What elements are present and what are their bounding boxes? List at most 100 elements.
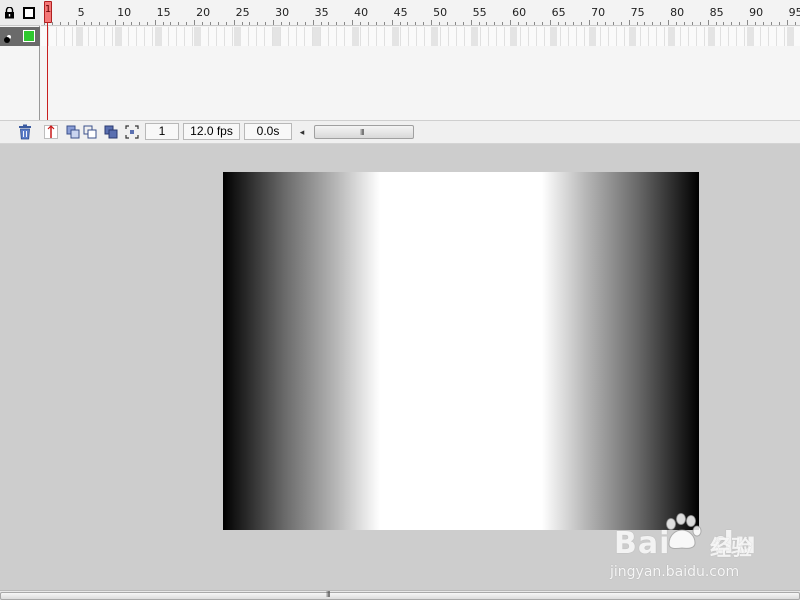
ruler-tick [739,22,741,25]
frame-ruler[interactable]: 15101520253035404550556065707580859095 [41,0,800,26]
ruler-tick [636,22,638,25]
stage-canvas[interactable] [223,172,699,530]
frame-cell-group[interactable] [391,27,399,46]
ruler-tick [352,20,354,25]
frame-cell-group[interactable] [747,27,755,46]
ruler-label: 10 [117,6,132,19]
ruler-tick [296,22,298,25]
ruler-tick [454,22,456,25]
ruler-tick [597,22,598,25]
frames-area[interactable]: 15101520253035404550556065707580859095 [41,0,800,120]
frame-cell-group[interactable] [75,27,83,46]
ruler-tick [399,22,401,25]
watermark-brand-prefix: Bai [614,526,671,561]
ruler-tick [786,20,788,25]
ruler-tick [581,22,583,25]
ruler-label: 20 [196,6,211,19]
onion-skin-icon[interactable] [66,125,80,139]
onion-skin-outlines-icon[interactable] [83,125,97,139]
ruler-tick [107,22,109,25]
ruler-tick [217,22,219,25]
scroll-left-arrow-icon[interactable]: ◂ [297,126,307,138]
ruler-label: 5 [77,6,85,19]
ruler-tick [209,22,211,25]
edit-multiple-frames-icon[interactable] [104,125,118,139]
ruler-tick [328,22,330,25]
ruler-tick [565,22,567,25]
ruler-label: 25 [235,6,250,19]
layer-outline-color-icon[interactable] [23,30,35,42]
ruler-tick [423,22,425,25]
modify-onion-markers-icon[interactable] [125,125,139,139]
ruler-tick [115,20,117,25]
ruler-tick [731,22,733,25]
ruler-tick [360,22,361,25]
frame-cell-group[interactable] [707,27,715,46]
scroll-grip: III [360,128,365,137]
ruler-tick [668,20,670,25]
frame-cell-group[interactable] [431,27,439,46]
frame-cell-group[interactable] [312,27,320,46]
ruler-label: 75 [630,6,645,19]
ruler-tick [699,22,701,25]
ruler-tick [494,22,496,25]
ruler-tick [755,22,756,25]
trash-icon[interactable] [18,124,32,140]
keyframe-dot[interactable] [4,37,10,43]
ruler-tick [518,22,519,25]
playhead-line [47,23,48,120]
ruler-tick [525,22,527,25]
frame-cell-group[interactable] [194,27,202,46]
ruler-tick [91,22,93,25]
ruler-tick [660,22,662,25]
frame-cell-group[interactable] [115,27,123,46]
ruler-tick [762,22,764,25]
ruler-tick [589,20,591,25]
ruler-tick [502,22,504,25]
ruler-tick [241,22,243,25]
ruler-tick [281,22,282,25]
ruler-tick [162,22,164,25]
timeline-scroll-thumb[interactable]: III [314,125,414,139]
ruler-tick [67,22,69,25]
ruler-tick [375,22,377,25]
ruler-tick [778,22,780,25]
lock-icon[interactable] [4,7,15,19]
ruler-tick [549,20,551,25]
center-frame-icon[interactable] [44,125,58,139]
frame-cell-group[interactable] [273,27,281,46]
frame-cell-group[interactable] [470,27,478,46]
frame-cell-group[interactable] [549,27,557,46]
frame-cell-group[interactable] [352,27,360,46]
ruler-tick [683,22,685,25]
frame-cell-group[interactable] [589,27,597,46]
frame-cell-group[interactable] [668,27,676,46]
ruler-tick [99,22,101,25]
ruler-tick [691,22,693,25]
ruler-label: 15 [156,6,171,19]
frame-cell-group[interactable] [510,27,518,46]
ruler-tick [367,22,369,25]
outline-icon[interactable] [23,7,35,19]
ruler-tick [336,22,338,25]
ruler-tick [194,20,196,25]
layer-panel-header [0,0,40,26]
ruler-label: 80 [670,6,685,19]
ruler-tick [439,22,440,25]
ruler-tick [510,20,512,25]
ruler-tick [83,22,85,25]
frame-rate-field[interactable]: 12.0 fps [183,123,240,140]
ruler-label: 90 [749,6,764,19]
frame-cell-group[interactable] [786,27,794,46]
frame-cell-group[interactable] [154,27,162,46]
ruler-tick [462,22,464,25]
ruler-label: 55 [472,6,487,19]
watermark-product: 经验 [710,536,752,560]
ruler-tick [59,22,61,25]
ruler-tick [304,22,306,25]
frame-row[interactable] [41,27,800,46]
ruler-tick [186,22,188,25]
ruler-tick [391,20,393,25]
frame-cell-group[interactable] [628,27,636,46]
frame-cell-group[interactable] [233,27,241,46]
